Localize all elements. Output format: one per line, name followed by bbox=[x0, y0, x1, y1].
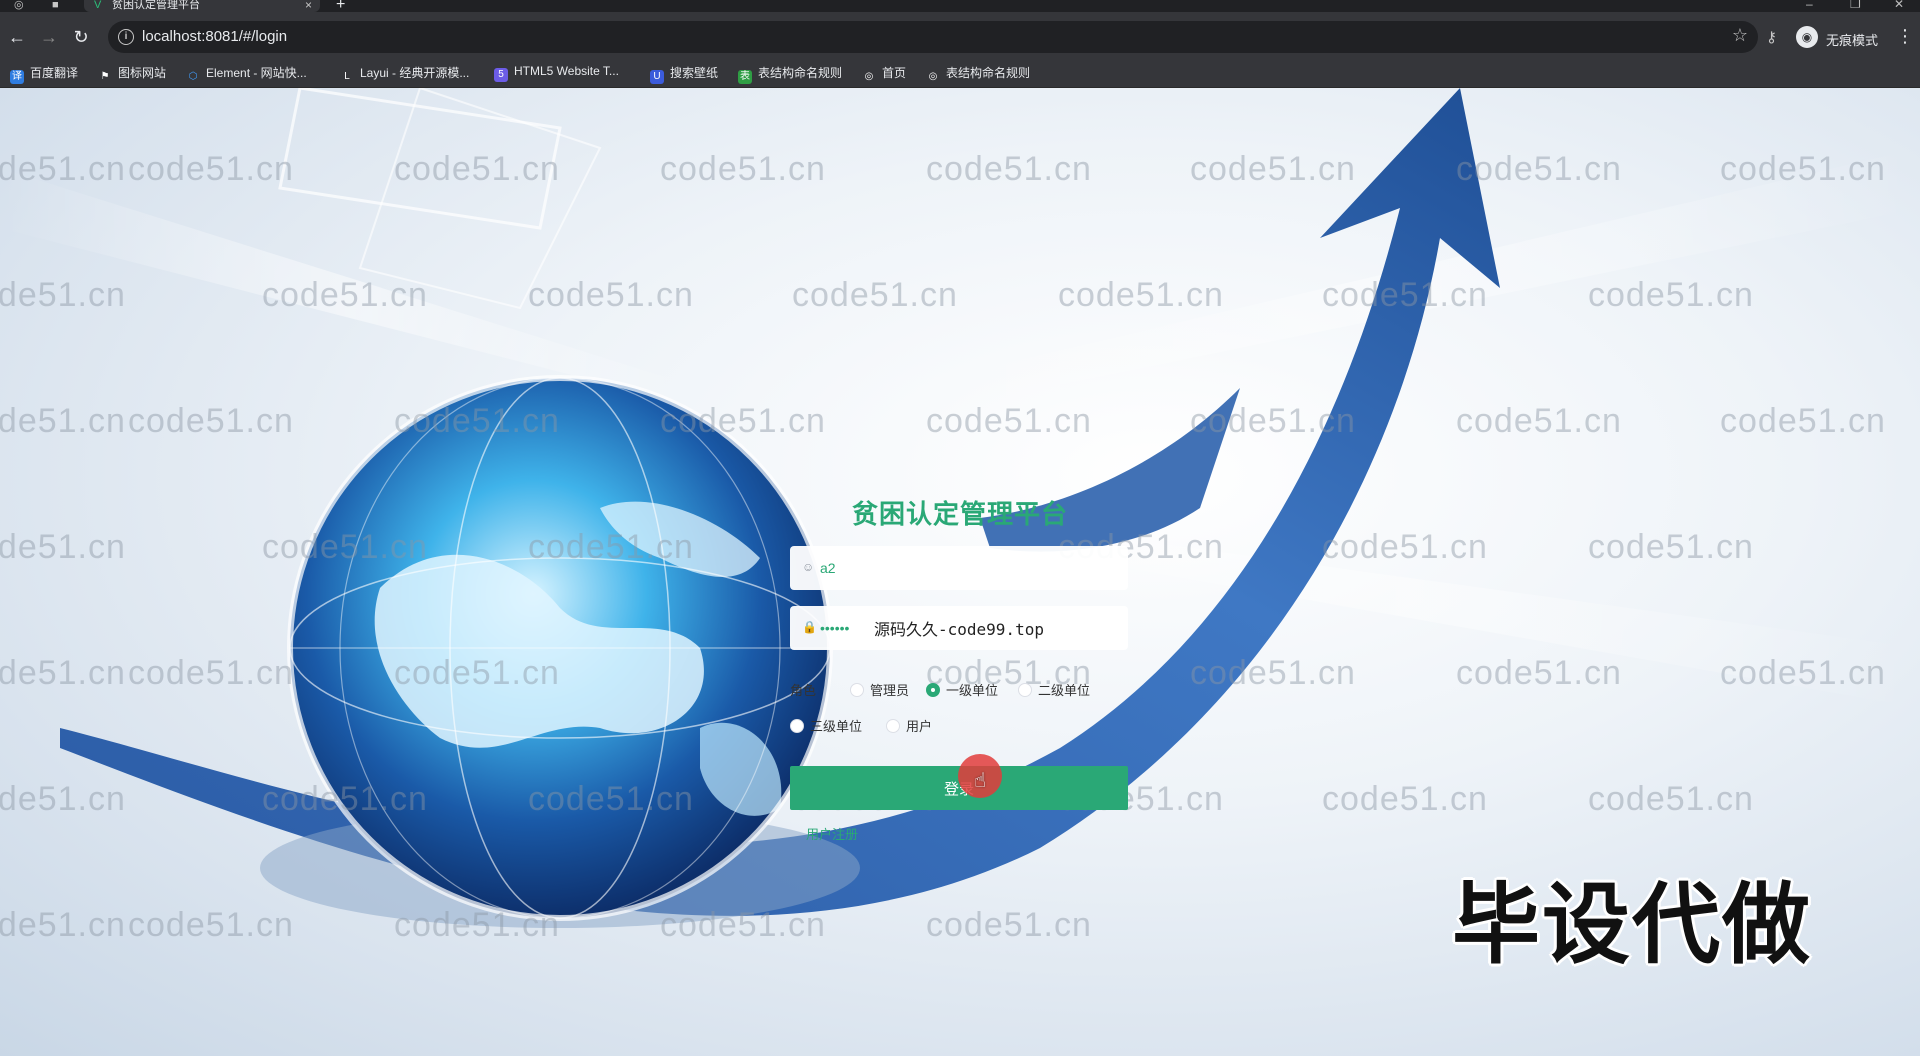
bookmark-favicon-icon: ⚑ bbox=[100, 71, 110, 82]
tab-page-icon[interactable]: ■ bbox=[52, 0, 59, 12]
bookmark-favicon-icon: L bbox=[344, 71, 350, 82]
username-field[interactable]: ☺ bbox=[790, 546, 1128, 590]
role-selector-row2: 三级单位 用户 bbox=[790, 714, 1130, 736]
role-radio-level3[interactable]: 三级单位 bbox=[790, 716, 862, 734]
browser-toolbar: ← → ↻ i localhost:8081/#/login ☆ ⚷ ◉ 无痕模… bbox=[0, 12, 1920, 64]
browser-menu-icon[interactable]: ⋮ bbox=[1896, 26, 1914, 47]
radio-unchecked-icon bbox=[1018, 683, 1032, 697]
bookmark-item[interactable]: ◎ 首页 bbox=[862, 64, 906, 82]
vue-favicon-icon: V bbox=[94, 0, 102, 11]
radio-unchecked-icon bbox=[886, 719, 900, 733]
close-window-icon[interactable]: ✕ bbox=[1894, 0, 1904, 10]
back-arrow-icon[interactable]: ← bbox=[6, 26, 28, 48]
tab-close-icon[interactable]: × bbox=[305, 0, 312, 11]
key-icon[interactable]: ⚷ bbox=[1766, 28, 1777, 46]
hand-cursor-icon: ☝ bbox=[974, 770, 987, 792]
bookmarks-bar: 译百度翻译 ⚑ 图标网站 ⬡ Element - 网站快... L Layui - 经… bbox=[0, 58, 1920, 88]
bookmark-item[interactable]: ◎ 表结构命名规则 bbox=[926, 64, 1030, 82]
lock-icon: 🔒 bbox=[802, 620, 817, 634]
bookmark-item[interactable]: U 搜索壁纸 bbox=[650, 64, 718, 84]
reload-icon[interactable]: ↻ bbox=[70, 26, 92, 48]
forward-arrow-icon[interactable]: → bbox=[38, 26, 60, 48]
tab-search-icon[interactable]: ◎ bbox=[14, 0, 24, 12]
new-tab-icon[interactable]: + bbox=[336, 0, 345, 13]
radio-unchecked-icon bbox=[790, 719, 804, 733]
bookmark-favicon-icon: 表 bbox=[738, 70, 752, 84]
restore-icon[interactable]: ❐ bbox=[1850, 0, 1861, 10]
role-radio-level2[interactable]: 二级单位 bbox=[1018, 680, 1090, 698]
user-icon: ☺ bbox=[802, 560, 815, 574]
bookmark-item[interactable]: ⬡ Element - 网站快... bbox=[186, 64, 307, 82]
incognito-label: 无痕模式 bbox=[1826, 33, 1879, 48]
minimize-icon[interactable]: – bbox=[1806, 0, 1813, 10]
promo-text: 毕设代做 bbox=[1452, 875, 1813, 974]
role-selector: 角色 管理员 一级单位 二级单位 bbox=[790, 678, 1130, 700]
globe bbox=[260, 375, 860, 928]
active-tab[interactable]: V 贫困认定管理平台 × bbox=[84, 0, 320, 12]
address-bar[interactable]: i localhost:8081/#/login ☆ bbox=[108, 21, 1758, 53]
bookmark-item[interactable]: ⚑ 图标网站 bbox=[98, 64, 167, 82]
tab-title: 贫困认定管理平台 bbox=[112, 0, 200, 11]
login-form: 贫困认定管理平台 ☺ 🔒 源码久久-code99.top 角色 管理员 一级单位… bbox=[790, 388, 1130, 842]
bookmark-favicon-icon: 译 bbox=[10, 70, 24, 84]
role-radio-admin[interactable]: 管理员 bbox=[850, 680, 909, 698]
bookmark-item[interactable]: L Layui - 经典开源模... bbox=[340, 64, 469, 82]
radio-checked-icon bbox=[926, 683, 940, 697]
incognito-icon: ◉ bbox=[1796, 26, 1818, 48]
bookmark-favicon-icon: U bbox=[650, 70, 664, 84]
bookmark-favicon-icon: ◎ bbox=[864, 71, 874, 82]
bookmark-item[interactable]: 5 HTML5 Website T... bbox=[494, 64, 619, 82]
bookmark-favicon-icon: 5 bbox=[494, 68, 508, 82]
bookmark-star-icon[interactable]: ☆ bbox=[1732, 25, 1748, 46]
radio-unchecked-icon bbox=[850, 683, 864, 697]
tab-strip: ◎ ■ V 贫困认定管理平台 × + – ❐ ✕ bbox=[0, 0, 1920, 13]
site-info-icon[interactable]: i bbox=[118, 29, 134, 45]
bookmark-favicon-icon: ◎ bbox=[928, 71, 938, 82]
role-radio-level1[interactable]: 一级单位 bbox=[926, 680, 998, 698]
login-page: code51.cn code51.cn code51.cn code51.cn … bbox=[0, 88, 1920, 1056]
register-link[interactable]: 用户注册 bbox=[806, 824, 858, 843]
bookmark-favicon-icon: ⬡ bbox=[188, 71, 198, 82]
bookmark-item[interactable]: 表表结构命名规则 bbox=[738, 64, 842, 84]
username-input[interactable] bbox=[820, 554, 1110, 582]
bookmark-item[interactable]: 译百度翻译 bbox=[10, 64, 78, 84]
url-text[interactable]: localhost:8081/#/login bbox=[142, 28, 287, 45]
login-title: 贫困认定管理平台 bbox=[851, 499, 1068, 529]
password-field[interactable]: 🔒 源码久久-code99.top bbox=[790, 606, 1128, 650]
password-overlay-text: 源码久久-code99.top bbox=[874, 620, 1044, 639]
role-radio-user[interactable]: 用户 bbox=[886, 716, 932, 734]
role-label: 角色 bbox=[790, 683, 817, 698]
